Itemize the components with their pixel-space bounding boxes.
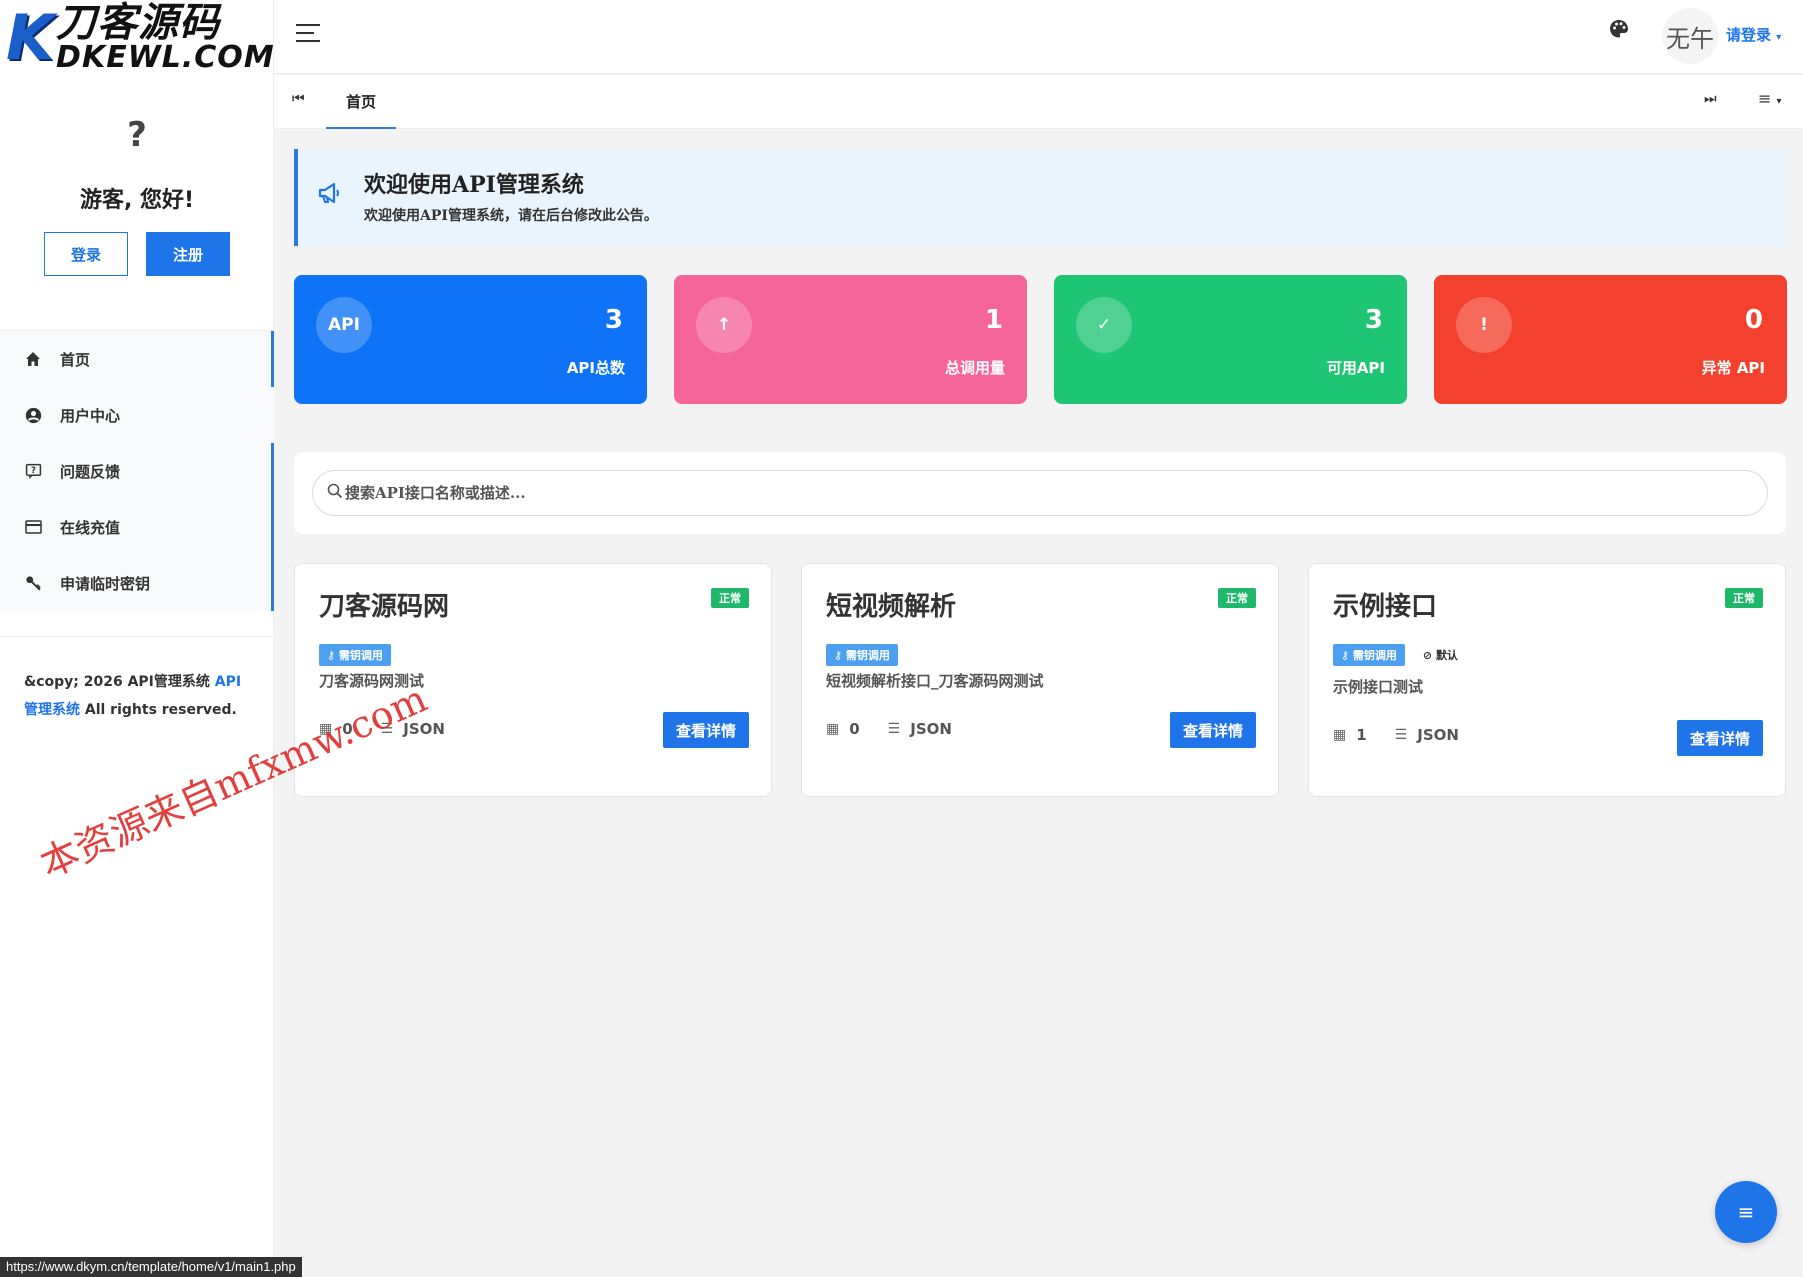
caret-down-icon: ▾ <box>1776 32 1782 43</box>
logo-mark: K <box>6 1 55 74</box>
api-title: 刀客源码网 <box>319 592 450 622</box>
copyright: &copy; 2026 API管理系统 API管理系统 All rights r… <box>24 674 242 718</box>
api-description: 短视频解析接口_刀客源码网测试 <box>826 672 1044 690</box>
stat-value: 3 <box>1364 305 1383 335</box>
sidebar-item-label: 问题反馈 <box>60 462 121 481</box>
key-required-badge: ⚷ 需钥调用 <box>1333 644 1405 666</box>
alert-circle-icon: ! <box>1456 297 1512 353</box>
key-icon: ⚷ <box>834 649 846 662</box>
stat-card-available-api: ✓ 3 可用API <box>1054 275 1407 404</box>
view-details-button[interactable]: 查看详情 <box>1170 712 1256 748</box>
login-button[interactable]: 登录 <box>44 232 128 276</box>
megaphone-icon <box>318 181 344 211</box>
counter-icon: ▦ <box>826 721 840 737</box>
stat-value: 3 <box>604 305 623 335</box>
announcement: 欢迎使用API管理系统 欢迎使用API管理系统，请在后台修改此公告。 <box>294 149 1786 246</box>
feedback-icon: ? <box>22 463 44 480</box>
register-button[interactable]: 注册 <box>146 232 230 276</box>
announcement-text: 欢迎使用API管理系统，请在后台修改此公告。 <box>364 208 658 224</box>
api-title: 短视频解析 <box>826 592 957 622</box>
user-panel: ? 游客, 您好! 登录 注册 <box>0 110 274 276</box>
api-card: 短视频解析 正常 ⚷ 需钥调用 短视频解析接口_刀客源码网测试 ▦ 0 ☰ JS… <box>801 563 1279 797</box>
status-badge: 正常 <box>1218 588 1256 608</box>
user-circle-icon <box>22 407 44 424</box>
sidebar-item-recharge[interactable]: 在线充值 <box>0 499 274 555</box>
stat-card-api-total: API 3 API总数 <box>294 275 647 404</box>
sidebar-item-feedback[interactable]: ? 问题反馈 <box>0 443 274 499</box>
stat-label: 总调用量 <box>944 359 1005 377</box>
stat-value: 0 <box>1744 305 1763 335</box>
status-badge: 正常 <box>1725 588 1763 608</box>
stat-value: 1 <box>984 305 1003 335</box>
counter-icon: ▦ <box>1333 727 1347 743</box>
sidebar-item-home[interactable]: 首页 <box>0 331 274 387</box>
key-icon <box>22 575 44 592</box>
api-title: 示例接口 <box>1333 592 1438 622</box>
tab-home[interactable]: 首页 <box>326 75 396 129</box>
divider <box>0 636 274 637</box>
api-card: 刀客源码网 正常 ⚷ 需钥调用 刀客源码网测试 ▦ 0 ☰ JSON 查看详情 <box>294 563 772 797</box>
sidebar-nav: 首页 用户中心 ? 问题反馈 在线充值 申请临时密钥 <box>0 330 274 611</box>
user-avatar-image[interactable]: 无午 <box>1662 8 1718 64</box>
list-icon: ☰ <box>887 721 901 737</box>
stat-label: API总数 <box>566 359 625 377</box>
palette-icon[interactable] <box>1608 18 1630 46</box>
home-icon <box>22 351 44 367</box>
search-icon <box>327 483 343 504</box>
tag-icon: ⊘ <box>1422 649 1436 662</box>
announcement-title: 欢迎使用API管理系统 <box>364 172 584 198</box>
stat-label: 可用API <box>1326 359 1385 377</box>
credit-card-icon <box>22 520 44 534</box>
tab-bar: ⏮ 首页 ⏭ ≡ ▾ <box>274 75 1803 129</box>
search-input[interactable] <box>345 484 1645 502</box>
tab-options-icon[interactable]: ≡ ▾ <box>1758 89 1782 108</box>
stat-label: 异常 API <box>1701 359 1765 377</box>
sidebar: K 刀客源码 DKEWL.COM ? 游客, 您好! 登录 注册 首页 用户中心 <box>0 0 274 1277</box>
key-icon: ⚷ <box>1341 649 1353 662</box>
sidebar-item-user-center[interactable]: 用户中心 <box>0 387 274 443</box>
logo-en-text: DKEWL.COM <box>56 40 275 75</box>
tab-scroll-left-icon[interactable]: ⏮ <box>292 91 305 107</box>
view-details-button[interactable]: 查看详情 <box>1677 720 1763 756</box>
search-box <box>312 470 1768 516</box>
check-circle-icon: ✓ <box>1076 297 1132 353</box>
logo-cn-text: 刀客源码 <box>56 0 221 46</box>
floating-menu-button[interactable]: ≡ <box>1715 1181 1777 1243</box>
login-dropdown[interactable]: 请登录 ▾ <box>1726 24 1781 45</box>
site-logo[interactable]: K 刀客源码 DKEWL.COM <box>0 0 274 76</box>
api-format: JSON <box>1417 726 1459 744</box>
sidebar-item-label: 用户中心 <box>60 406 121 425</box>
view-details-button[interactable]: 查看详情 <box>663 712 749 748</box>
sidebar-item-label: 在线充值 <box>60 518 121 537</box>
arrow-up-icon: ↑ <box>696 297 752 353</box>
api-icon: API <box>316 297 372 353</box>
api-count: 0 <box>849 720 860 738</box>
svg-text:?: ? <box>31 466 36 476</box>
menu-toggle-icon[interactable] <box>296 24 320 44</box>
list-icon: ☰ <box>1394 727 1408 743</box>
top-header: 无午 请登录 ▾ <box>274 0 1803 74</box>
status-badge: 正常 <box>711 588 749 608</box>
user-avatar: ? <box>127 115 147 155</box>
api-description: 示例接口测试 <box>1333 678 1424 696</box>
key-icon: ⚷ <box>327 649 339 662</box>
link-preview-url: https://www.dkym.cn/template/home/v1/mai… <box>0 1257 302 1277</box>
sidebar-item-label: 首页 <box>60 350 91 369</box>
stat-card-total-calls: ↑ 1 总调用量 <box>674 275 1027 404</box>
api-card: 示例接口 正常 ⚷ 需钥调用 ⊘ 默认 示例接口测试 ▦ 1 ☰ JSON 查看… <box>1308 563 1786 797</box>
menu-icon: ≡ <box>1737 1200 1755 1224</box>
search-card <box>294 452 1786 534</box>
api-format: JSON <box>910 720 952 738</box>
stat-card-error-api: ! 0 异常 API <box>1434 275 1787 404</box>
sidebar-item-label: 申请临时密钥 <box>60 574 151 593</box>
default-tag: ⊘ 默认 <box>1422 649 1458 662</box>
key-required-badge: ⚷ 需钥调用 <box>826 644 898 666</box>
api-count: 1 <box>1356 726 1367 744</box>
user-greeting: 游客, 您好! <box>79 188 195 213</box>
sidebar-item-temp-key[interactable]: 申请临时密钥 <box>0 555 274 611</box>
tab-scroll-right-icon[interactable]: ⏭ <box>1704 91 1717 107</box>
key-required-badge: ⚷ 需钥调用 <box>319 644 391 666</box>
